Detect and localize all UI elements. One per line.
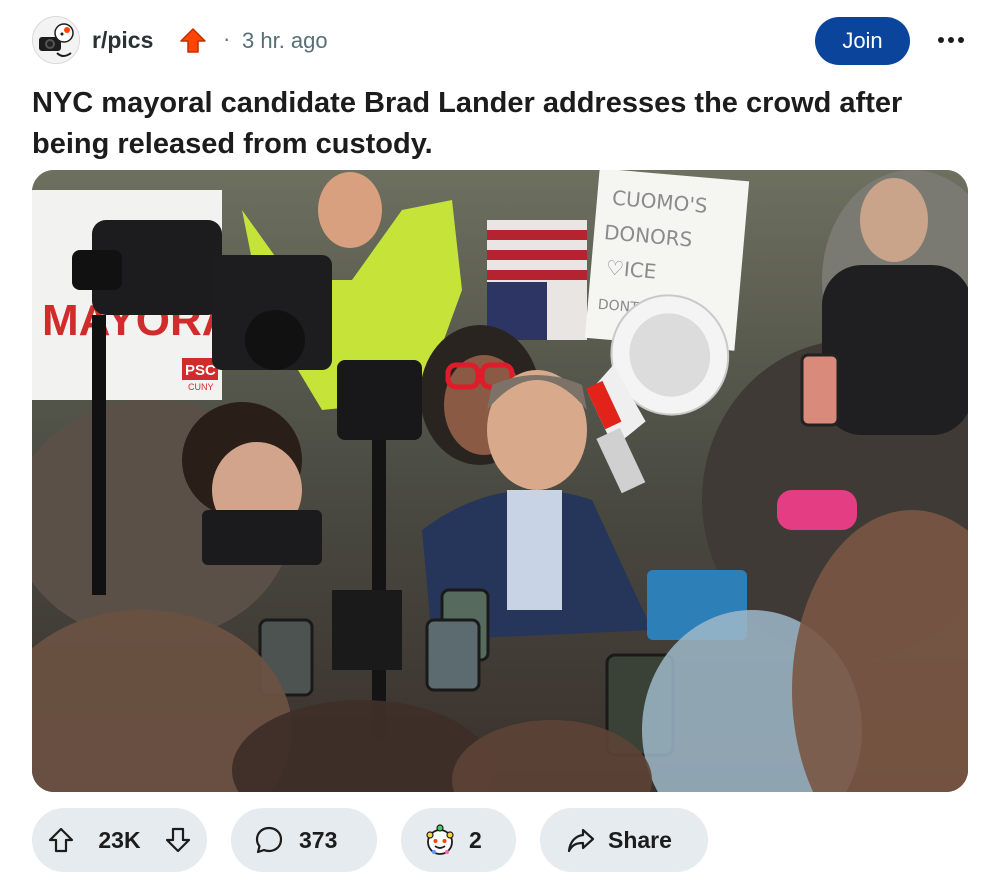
award-arrow-icon — [180, 28, 206, 53]
more-options-icon[interactable] — [934, 28, 968, 52]
upvote-icon[interactable] — [46, 825, 76, 855]
post-image[interactable]: MAYORA PSC CUNY CUOMO'S DONORS ♡ICE DONT… — [32, 170, 968, 792]
share-button[interactable]: Share — [540, 808, 708, 872]
comments-button[interactable]: 373 — [231, 808, 377, 872]
comment-icon — [255, 826, 283, 854]
post-image-graphic: MAYORA PSC CUNY CUOMO'S DONORS ♡ICE DONT… — [32, 170, 968, 792]
join-button[interactable]: Join — [815, 17, 910, 65]
post-header: r/pics · 3 hr. ago Join — [32, 16, 968, 68]
vote-pill: 23K — [32, 808, 207, 872]
award-count: 2 — [469, 826, 482, 853]
subreddit-avatar[interactable] — [32, 16, 80, 64]
award-button[interactable]: 2 — [401, 808, 516, 872]
post-actions: 23K 373 2 Share — [32, 808, 968, 872]
comment-count: 373 — [299, 826, 338, 853]
snoo-award-icon — [426, 824, 454, 855]
left-sign-sub: CUNY — [188, 382, 214, 392]
share-icon — [567, 828, 595, 853]
vote-count: 23K — [98, 826, 141, 853]
subreddit-avatar-icon — [33, 17, 79, 63]
subreddit-name[interactable]: r/pics — [92, 27, 153, 54]
post-time: 3 hr. ago — [242, 28, 328, 53]
share-label: Share — [608, 826, 672, 853]
right-sign-line3: ♡ICE — [605, 255, 657, 283]
post-title[interactable]: NYC mayoral candidate Brad Lander addres… — [32, 83, 962, 165]
downvote-icon[interactable] — [163, 825, 193, 855]
meta-separator: · — [223, 26, 231, 51]
left-sign-logo: PSC — [185, 362, 216, 379]
